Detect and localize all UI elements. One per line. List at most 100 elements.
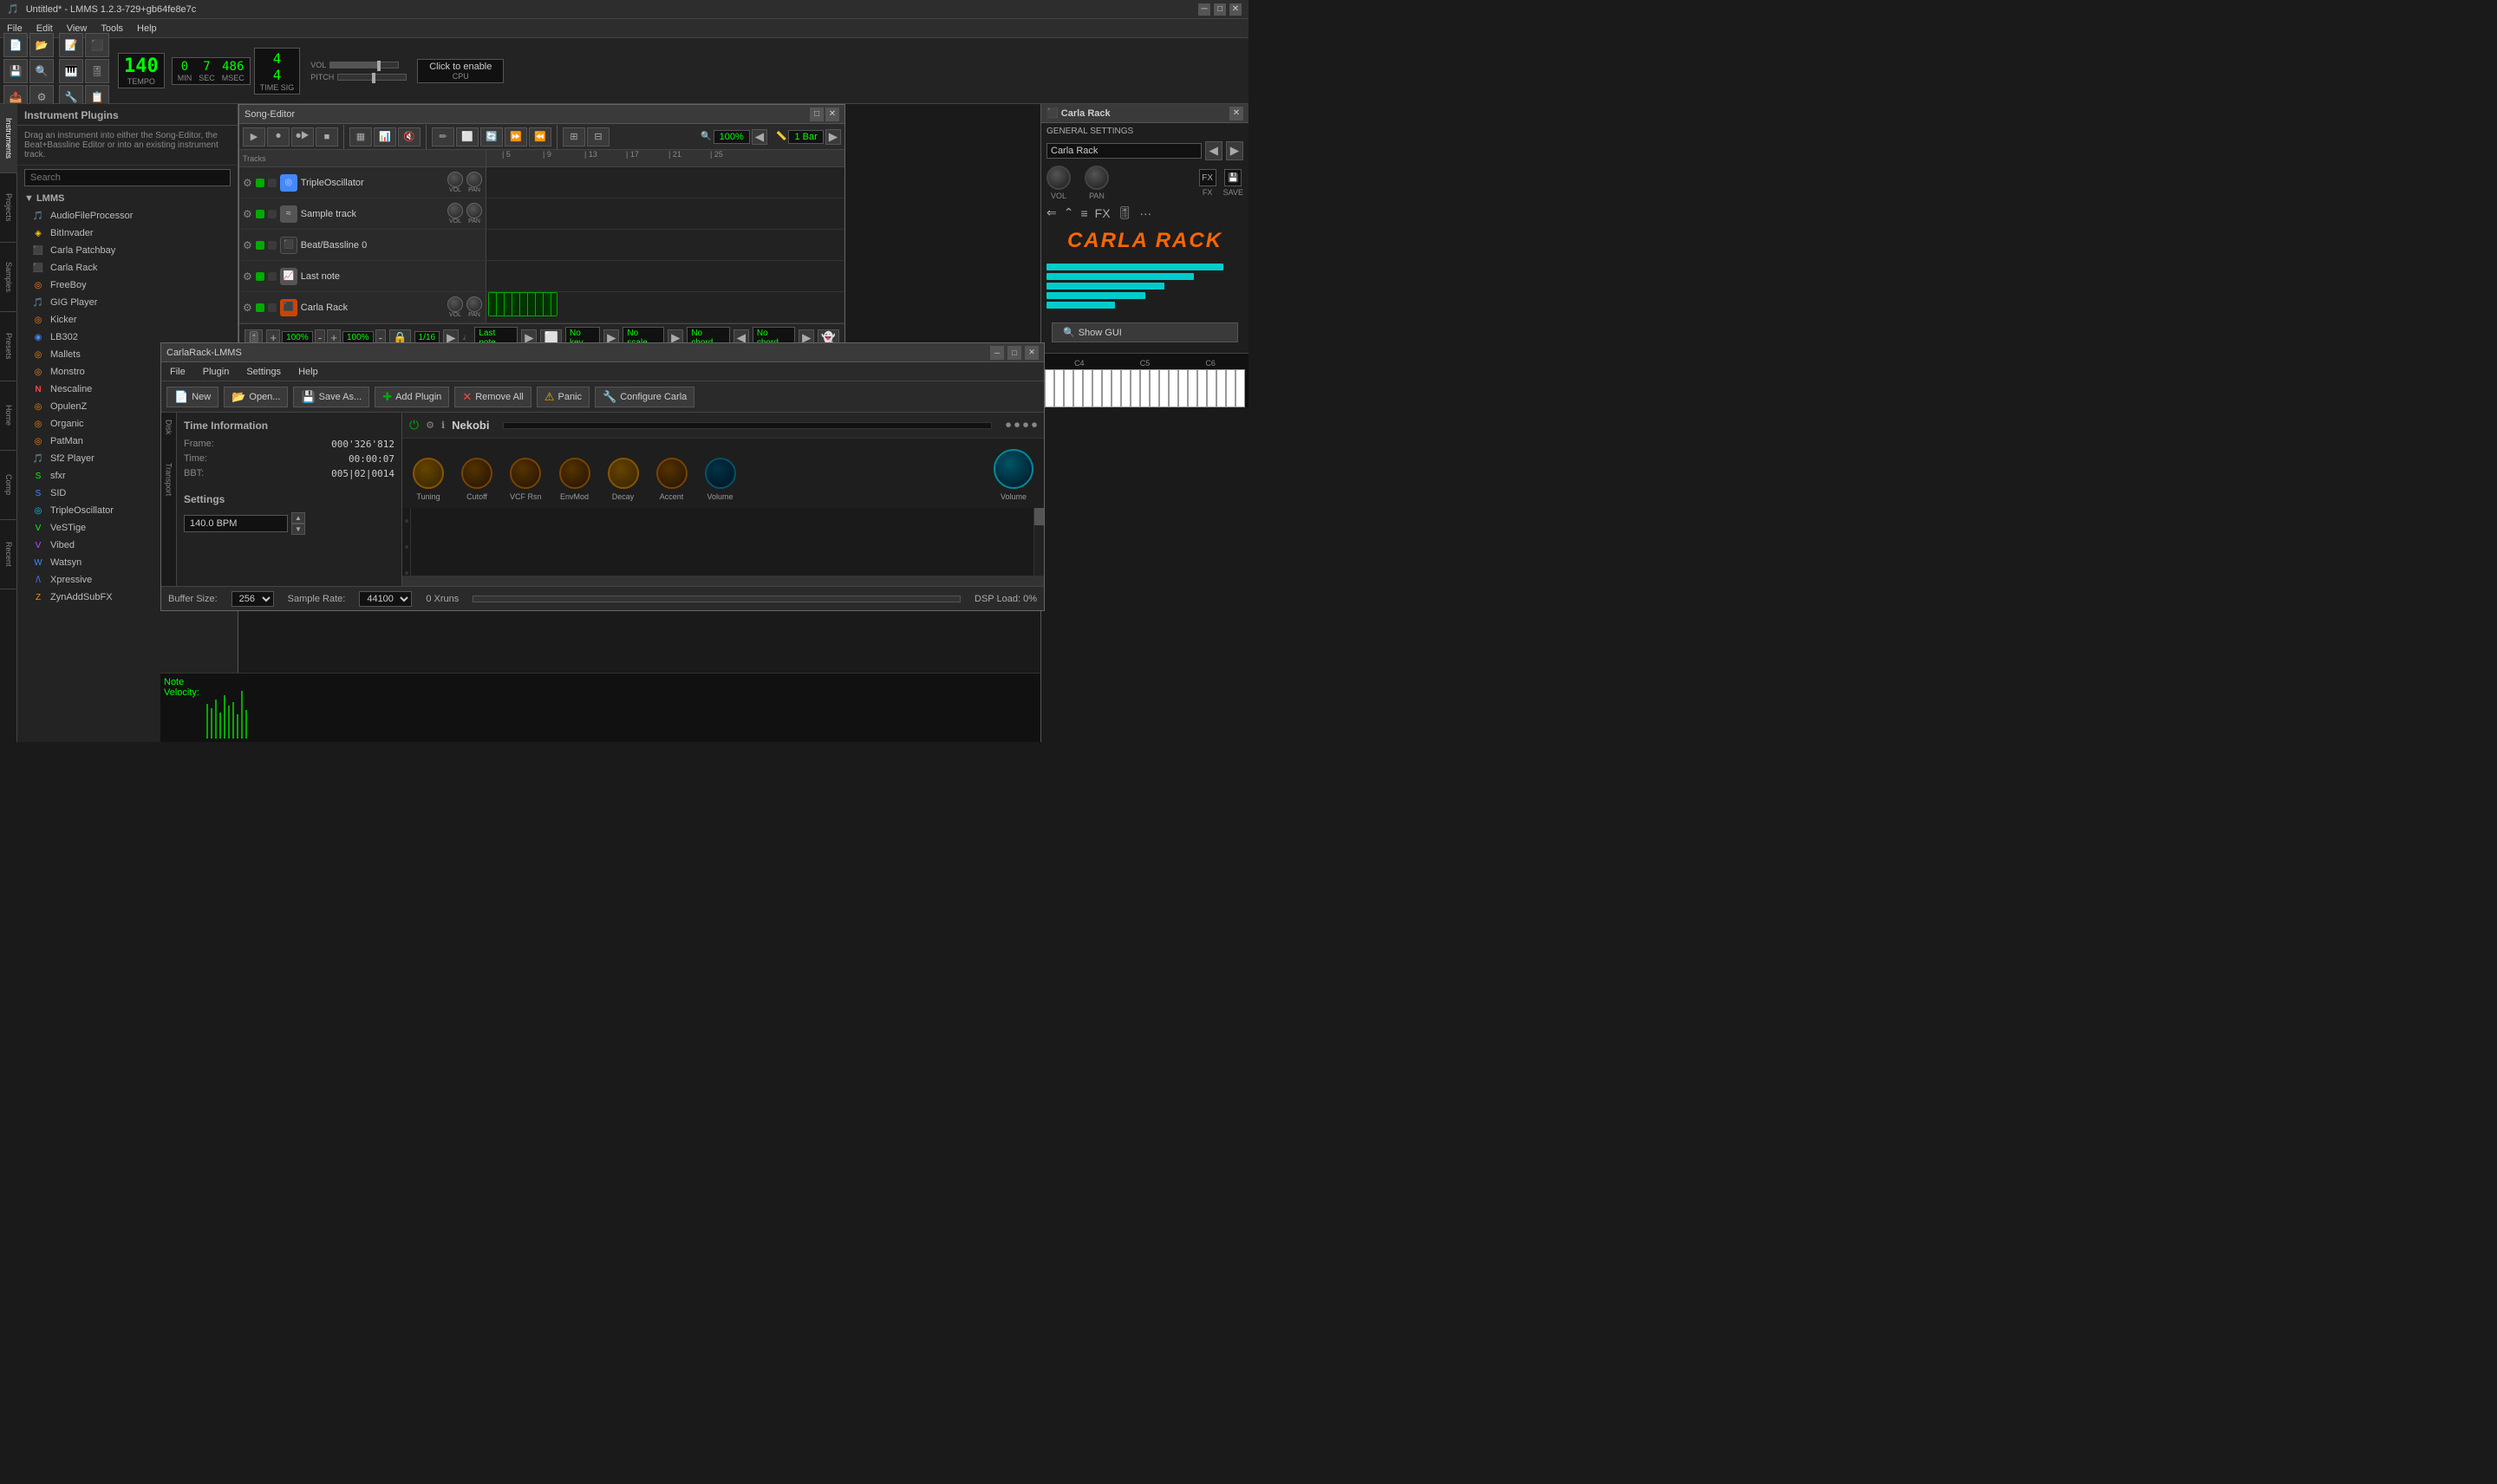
carla-name-right[interactable]: ▶ bbox=[1226, 141, 1243, 160]
clw-menu-settings[interactable]: Settings bbox=[238, 362, 290, 381]
piano-key-white[interactable] bbox=[1207, 369, 1216, 407]
clw-menu-plugin[interactable]: Plugin bbox=[194, 362, 238, 381]
track-content-automation[interactable] bbox=[486, 261, 844, 291]
timeline-mode1[interactable]: ⊞ bbox=[563, 127, 585, 146]
presets-tab[interactable]: Presets bbox=[0, 312, 17, 381]
accent-knob[interactable] bbox=[656, 458, 688, 489]
track-name[interactable]: Beat/Bassline 0 bbox=[301, 240, 482, 251]
track-vol-knob[interactable] bbox=[447, 203, 463, 218]
track-mute-btn[interactable] bbox=[256, 210, 264, 218]
piano-key-white[interactable] bbox=[1073, 369, 1083, 407]
track-gear-icon[interactable]: ⚙ bbox=[243, 239, 252, 251]
zoom-button[interactable]: 🔍 bbox=[29, 59, 54, 83]
piano-key-white[interactable] bbox=[1235, 369, 1245, 407]
plugin-icon-2[interactable]: ⏺ bbox=[1014, 419, 1020, 432]
list-item[interactable]: ◎ FreeBoy bbox=[17, 277, 238, 294]
piano-key-white[interactable] bbox=[1064, 369, 1073, 407]
plugin-icon-1[interactable]: ⏺ bbox=[1006, 419, 1011, 432]
piano-key-white[interactable] bbox=[1140, 369, 1150, 407]
close-button[interactable]: ✕ bbox=[1229, 3, 1242, 16]
record-while-play[interactable]: ⏺▶ bbox=[291, 127, 314, 146]
track-mute-btn[interactable] bbox=[256, 241, 264, 250]
track-content-carla[interactable] bbox=[486, 292, 844, 322]
mute-button[interactable]: 🔇 bbox=[398, 127, 421, 146]
track-solo-btn[interactable] bbox=[268, 241, 277, 250]
piano-key-white[interactable] bbox=[1045, 369, 1054, 407]
piano-key-white[interactable] bbox=[1226, 369, 1235, 407]
track-instrument-icon[interactable]: ◎ bbox=[280, 174, 297, 192]
clw-saveas-btn[interactable]: 💾 Save As... bbox=[293, 387, 369, 407]
carla-fx-btn[interactable]: FX bbox=[1199, 169, 1216, 186]
list-item[interactable]: ◈ BitInvader bbox=[17, 225, 238, 242]
plugin-settings-icon[interactable]: ⚙ bbox=[426, 420, 434, 431]
instrument-group-lmms[interactable]: ▼ LMMS bbox=[17, 190, 238, 207]
track-name[interactable]: TripleOscillator bbox=[301, 178, 444, 188]
mixer-btn[interactable]: 🎚 bbox=[85, 59, 109, 83]
track-instrument-icon[interactable]: 📈 bbox=[280, 268, 297, 285]
carla-segment[interactable] bbox=[488, 292, 557, 316]
buffer-size-select[interactable]: 256 128 512 bbox=[231, 591, 274, 607]
clw-configure-btn[interactable]: 🔧 Configure Carla bbox=[595, 387, 694, 407]
computer-tab[interactable]: Comp bbox=[0, 451, 17, 520]
track-name[interactable]: Last note bbox=[301, 271, 482, 282]
menu-help[interactable]: Help bbox=[130, 19, 164, 37]
track-gear-icon[interactable]: ⚙ bbox=[243, 208, 252, 220]
loop-button[interactable]: 🔄 bbox=[480, 127, 503, 146]
decay-knob[interactable] bbox=[608, 458, 639, 489]
new-button[interactable]: 📄 bbox=[3, 33, 28, 57]
piano-key-white[interactable] bbox=[1102, 369, 1112, 407]
track-instrument-icon[interactable]: ⬛ bbox=[280, 237, 297, 254]
instruments-tab[interactable]: Instruments bbox=[0, 104, 17, 173]
track-pan-knob[interactable] bbox=[466, 172, 482, 187]
bpm-input[interactable] bbox=[184, 515, 288, 532]
cutoff-knob[interactable] bbox=[461, 458, 492, 489]
plugin-power-btn[interactable]: ⏻ bbox=[409, 418, 419, 433]
piano-key-white[interactable] bbox=[1197, 369, 1207, 407]
track-gear-icon[interactable]: ⚙ bbox=[243, 177, 252, 189]
clw-new-btn[interactable]: 📄 New bbox=[166, 387, 218, 407]
track-solo-btn[interactable] bbox=[268, 272, 277, 281]
track-pan-knob[interactable] bbox=[466, 203, 482, 218]
clw-menu-file[interactable]: File bbox=[161, 362, 194, 381]
zoom-left-btn[interactable]: ◀ bbox=[752, 129, 767, 145]
track-solo-btn[interactable] bbox=[268, 303, 277, 312]
sample-rate-select[interactable]: 44100 48000 bbox=[359, 591, 412, 607]
track-content-tripleoscillator[interactable] bbox=[486, 167, 844, 198]
carla-arrow-left-icon[interactable]: ⇐ bbox=[1046, 205, 1057, 220]
plugin-icon-4[interactable]: ⏺ bbox=[1032, 419, 1037, 432]
clw-maximize-btn[interactable]: □ bbox=[1007, 346, 1021, 360]
track-solo-btn[interactable] bbox=[268, 179, 277, 187]
carla-name-input[interactable] bbox=[1046, 143, 1202, 159]
carla-eq-icon[interactable]: ≡ bbox=[1080, 206, 1087, 220]
plugin-info-icon[interactable]: ℹ bbox=[441, 420, 445, 431]
track-instrument-icon[interactable]: ≈ bbox=[280, 205, 297, 223]
clw-addplugin-btn[interactable]: ✚ Add Plugin bbox=[375, 387, 449, 407]
grid-view-button[interactable]: ▦ bbox=[349, 127, 372, 146]
samples-tab[interactable]: Samples bbox=[0, 243, 17, 312]
minimize-button[interactable]: ─ bbox=[1198, 3, 1210, 16]
stop-button[interactable]: ■ bbox=[316, 127, 338, 146]
song-editor-btn[interactable]: 📝 bbox=[59, 33, 83, 57]
piano-key-white[interactable] bbox=[1169, 369, 1178, 407]
song-editor-maximize[interactable]: □ bbox=[810, 107, 824, 121]
carla-arrow-icon[interactable]: ⌃ bbox=[1064, 205, 1074, 220]
piano-roll-btn[interactable]: 🎹 bbox=[59, 59, 83, 83]
track-pan-knob[interactable] bbox=[466, 296, 482, 312]
piano-key-white[interactable] bbox=[1092, 369, 1102, 407]
piano-key-white[interactable] bbox=[1131, 369, 1140, 407]
carla-fx-icon[interactable]: FX bbox=[1095, 206, 1111, 220]
scroll-thumb[interactable] bbox=[1034, 508, 1044, 525]
track-name[interactable]: Carla Rack bbox=[301, 303, 444, 313]
track-vol-knob[interactable] bbox=[447, 172, 463, 187]
envmod-knob[interactable] bbox=[559, 458, 590, 489]
piano-keyboard[interactable] bbox=[1045, 369, 1245, 407]
track-mute-btn[interactable] bbox=[256, 272, 264, 281]
recent-tab[interactable]: Recent bbox=[0, 520, 17, 589]
piano-key-white[interactable] bbox=[1112, 369, 1121, 407]
save-button[interactable]: 💾 bbox=[3, 59, 28, 83]
piano-key-white[interactable] bbox=[1159, 369, 1169, 407]
clw-open-btn[interactable]: 📂 Open... bbox=[224, 387, 288, 407]
open-button[interactable]: 📂 bbox=[29, 33, 54, 57]
show-gui-button[interactable]: 🔍 Show GUI bbox=[1052, 322, 1238, 342]
piano-key-white[interactable] bbox=[1188, 369, 1197, 407]
